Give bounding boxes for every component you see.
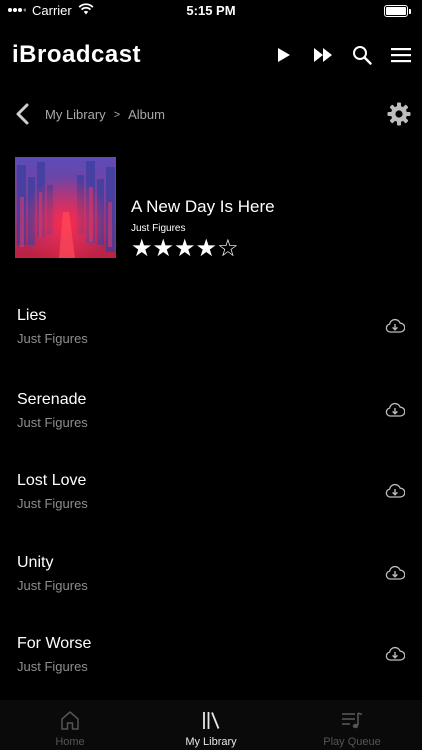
- cloud-download-icon: [385, 646, 406, 661]
- star-icon-1[interactable]: ★: [131, 235, 153, 261]
- library-icon: [203, 712, 220, 729]
- track-row[interactable]: Lost Love Just Figures: [0, 455, 422, 525]
- home-icon: [61, 711, 79, 730]
- tab-home[interactable]: Home: [0, 700, 140, 750]
- cloud-download-icon: [385, 402, 406, 417]
- track-row[interactable]: Unity Just Figures: [0, 537, 422, 607]
- search-button[interactable]: [351, 44, 373, 66]
- download-button[interactable]: [385, 402, 406, 418]
- track-title: For Worse: [17, 635, 92, 652]
- battery-icon: [384, 5, 411, 17]
- search-icon: [353, 46, 372, 65]
- breadcrumb-album: Album: [128, 107, 165, 122]
- cloud-download-icon: [385, 318, 406, 333]
- download-button[interactable]: [385, 646, 406, 662]
- tab-label: My Library: [185, 736, 237, 748]
- star-icon-2[interactable]: ★: [153, 235, 175, 261]
- download-button[interactable]: [385, 318, 406, 334]
- cloud-download-icon: [385, 483, 406, 498]
- track-artist: Just Figures: [17, 415, 88, 430]
- album-artist[interactable]: Just Figures: [131, 223, 275, 234]
- breadcrumb-bar: My Library > Album: [0, 100, 422, 130]
- download-button[interactable]: [385, 565, 406, 581]
- play-button[interactable]: [273, 44, 295, 66]
- tab-my-library[interactable]: My Library: [141, 700, 281, 750]
- download-button[interactable]: [385, 483, 406, 499]
- hamburger-menu-icon: [391, 48, 411, 63]
- tab-play-queue[interactable]: Play Queue: [282, 700, 422, 750]
- star-icon-5[interactable]: ☆: [217, 235, 239, 261]
- settings-button[interactable]: [387, 102, 411, 126]
- cloud-download-icon: [385, 565, 406, 580]
- menu-button[interactable]: [390, 44, 412, 66]
- breadcrumb-separator: >: [113, 108, 121, 121]
- track-title: Lost Love: [17, 472, 87, 489]
- status-bar: Carrier 5:15 PM: [0, 0, 422, 22]
- star-icon-4[interactable]: ★: [196, 235, 218, 261]
- track-row[interactable]: For Worse Just Figures: [0, 618, 422, 688]
- album-rating: ★ ★ ★ ★ ☆: [131, 235, 275, 261]
- track-title: Lies: [17, 307, 47, 324]
- star-icon-3[interactable]: ★: [174, 235, 196, 261]
- track-artist: Just Figures: [17, 578, 88, 593]
- track-artist: Just Figures: [17, 331, 88, 346]
- tab-label: Play Queue: [323, 736, 381, 748]
- fast-forward-icon: [314, 48, 332, 62]
- breadcrumb: My Library > Album: [45, 107, 165, 122]
- header-actions: [256, 44, 412, 66]
- gear-icon: [387, 102, 411, 126]
- track-title: Unity: [17, 554, 54, 571]
- album-header: A New Day Is Here Just Figures ★ ★ ★ ★ ☆: [15, 157, 415, 261]
- track-title: Serenade: [17, 391, 87, 408]
- album-info: A New Day Is Here Just Figures ★ ★ ★ ★ ☆: [131, 197, 275, 261]
- play-icon: [278, 48, 290, 62]
- app-logo: iBroadcast: [12, 41, 142, 68]
- chevron-left-icon: [16, 103, 29, 125]
- back-button[interactable]: [12, 102, 34, 126]
- track-row[interactable]: Lies Just Figures: [0, 290, 422, 360]
- tab-label: Home: [55, 736, 85, 748]
- track-artist: Just Figures: [17, 659, 88, 674]
- album-title: A New Day Is Here: [131, 197, 275, 216]
- tab-bar: Home My Library Play Queue: [0, 700, 422, 750]
- album-cover-image: [15, 157, 116, 258]
- album-artwork[interactable]: [15, 157, 116, 258]
- shuffle-play-button[interactable]: [312, 44, 334, 66]
- track-artist: Just Figures: [17, 496, 88, 511]
- track-row[interactable]: Serenade Just Figures: [0, 374, 422, 444]
- breadcrumb-my-library[interactable]: My Library: [45, 107, 106, 122]
- play-queue-icon: [342, 712, 363, 729]
- status-time: 5:15 PM: [186, 3, 236, 18]
- app-header: iBroadcast: [0, 38, 422, 78]
